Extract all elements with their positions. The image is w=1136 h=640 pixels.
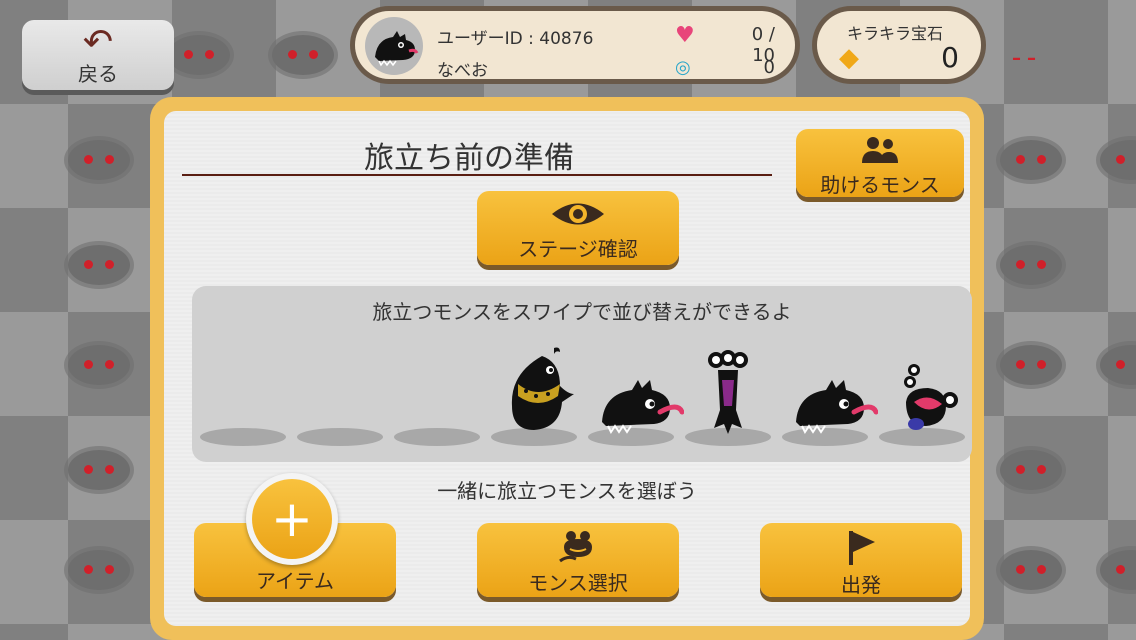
eye-icon [552, 203, 604, 225]
candies-count: 0 [763, 57, 775, 78]
background-monster [1000, 245, 1062, 285]
monster-select-label: モンス選択 [528, 571, 628, 595]
background-monster [68, 140, 130, 180]
background-monster [1000, 345, 1062, 385]
background-monster [68, 450, 130, 490]
frog-monster-icon[interactable] [898, 362, 962, 436]
gem-counter[interactable]: キラキラ宝石 ◆ 0 [812, 6, 986, 84]
background-monster [1100, 140, 1136, 180]
stage-check-button[interactable]: ステージ確認 [477, 191, 679, 265]
depart-button[interactable]: 出発 [760, 523, 962, 597]
background-monster-eyes: –– [1012, 48, 1042, 69]
party-slot-empty[interactable] [200, 428, 286, 446]
background-monster [1000, 450, 1062, 490]
gem-count: 0 [941, 41, 959, 74]
swipe-hint: 旅立つモンスをスワイプで並び替えができるよ [372, 300, 792, 324]
frog-icon [559, 531, 592, 563]
title-divider [182, 174, 772, 176]
page-title: 旅立ち前の準備 [364, 141, 574, 176]
background-monster [68, 245, 130, 285]
background-monster [1100, 550, 1136, 590]
back-arrow-icon: ↶ [82, 22, 114, 63]
stage-check-label: ステージ確認 [518, 237, 638, 261]
party-slot-empty[interactable] [297, 428, 383, 446]
user-name: なべお [437, 61, 488, 81]
flag-icon [849, 531, 875, 565]
add-item-button[interactable]: + [246, 473, 338, 565]
background-monster [68, 345, 130, 385]
gem-icon: ◆ [839, 43, 859, 73]
background-monster [272, 35, 334, 75]
avatar [365, 17, 423, 75]
background-monster [68, 550, 130, 590]
background-monster [1000, 550, 1062, 590]
monster-select-button[interactable]: モンス選択 [477, 523, 679, 597]
users-icon [862, 137, 898, 163]
gem-title: キラキラ宝石 [847, 24, 944, 43]
background-monster [1100, 345, 1136, 385]
party-slot-empty[interactable] [394, 428, 480, 446]
party-order-area[interactable]: 旅立つモンスをスワイプで並び替えができるよ [192, 286, 972, 462]
user-id: ユーザーID : 40876 [437, 29, 594, 49]
item-label: アイテム [256, 569, 334, 593]
heart-icon: ♥ [675, 23, 695, 48]
tall-monster-icon[interactable] [704, 350, 752, 436]
bird-monster-icon[interactable] [502, 344, 578, 436]
background-monster [1000, 140, 1062, 180]
back-label: 戻る [78, 62, 118, 86]
depart-label: 出発 [841, 573, 881, 597]
user-status-bar: ユーザーID : 40876 なべお ♥ 0 / 10 ◎ 0 [350, 6, 800, 84]
dog-monster-icon[interactable] [598, 372, 684, 436]
plus-icon: + [252, 479, 332, 559]
back-button[interactable]: ↶ 戻る [22, 20, 174, 90]
dog-monster-icon[interactable] [792, 372, 878, 436]
helper-monsters-button[interactable]: 助けるモンス [796, 129, 964, 197]
candy-icon: ◎ [675, 57, 691, 78]
background-monster [168, 35, 230, 75]
helper-monsters-label: 助けるモンス [820, 173, 940, 197]
preparation-panel: 旅立ち前の準備 助けるモンス ステージ確認 旅立つモンスをスワイプで並び替えがで… [150, 97, 984, 640]
